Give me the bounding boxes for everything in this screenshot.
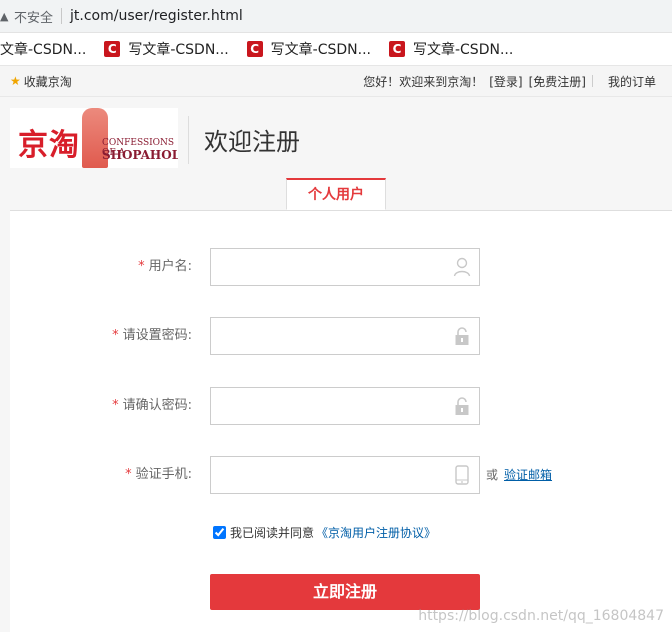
bookmark-item[interactable]: C 写文章-CSDN... (246, 39, 371, 59)
agreement-text: 我已阅读并同意 (230, 526, 315, 540)
url-text[interactable]: jt.com/user/register.html (70, 8, 243, 24)
bookmarks-bar: 文章-CSDN... C 写文章-CSDN... C 写文章-CSDN... C… (0, 33, 672, 66)
username-input[interactable] (217, 249, 441, 285)
agreement-link[interactable]: 《京淘用户注册协议》 (316, 524, 436, 541)
tab-bar: 个人用户 (10, 178, 672, 211)
topbar-right: 您好！欢迎来到京淘！ [登录] [免费注册] 我的订单 (357, 73, 656, 90)
warning-icon: ▲ (0, 9, 9, 23)
phone-field[interactable] (210, 456, 480, 494)
required-mark: * (125, 467, 132, 482)
topbar-divider (591, 75, 593, 87)
verify-email-link[interactable]: 验证邮箱 (504, 468, 552, 482)
username-label: * 用户名: (138, 259, 192, 274)
tab-personal-user[interactable]: 个人用户 (286, 178, 386, 210)
confirm-password-field[interactable] (210, 387, 480, 425)
security-label: 不安全 (14, 10, 54, 26)
page-title: 欢迎注册 (204, 128, 300, 156)
user-icon (453, 257, 471, 277)
required-mark: * (112, 328, 119, 343)
bookmark-item[interactable]: C 写文章-CSDN... (388, 39, 514, 59)
csdn-icon: C (104, 41, 121, 57)
lock-icon (455, 397, 469, 415)
bookmark-label: 文章-CSDN... (0, 42, 87, 58)
phone-input[interactable] (217, 457, 441, 493)
agreement-checkbox[interactable] (213, 526, 226, 539)
phone-row: * 验证手机: 或验证邮箱 (10, 456, 672, 494)
agreement-row: 我已阅读并同意 《京淘用户注册协议》 (213, 524, 436, 541)
site-topbar: ★ 收藏京淘 您好！欢迎来到京淘！ [登录] [免费注册] 我的订单 (0, 66, 672, 97)
address-bar[interactable]: ▲ 不安全 jt.com/user/register.html (0, 0, 672, 33)
phone-icon (455, 465, 469, 485)
register-form: * 用户名: * 请设置密码: * 请确认密码: * 验证手机: 或 验证邮箱 … (10, 211, 672, 632)
bookmark-label: 写文章-CSDN... (270, 42, 371, 58)
username-field[interactable] (210, 248, 480, 286)
bookmark-item[interactable]: 文章-CSDN... (0, 39, 86, 59)
orders-link[interactable]: 我的订单 (608, 73, 656, 90)
csdn-icon: C (246, 41, 263, 57)
password-field[interactable] (210, 317, 480, 355)
register-button[interactable]: 立即注册 (210, 574, 480, 610)
bookmark-label: 写文章-CSDN... (128, 42, 229, 58)
csdn-icon: C (388, 41, 405, 57)
password-label: * 请设置密码: (112, 328, 192, 343)
site-logo[interactable]: 京淘 CONFESSIONS OF A SHOPAHOLIC (10, 108, 178, 168)
logo-book-line2: SHOPAHOLIC (102, 148, 178, 162)
page-header: 京淘 CONFESSIONS OF A SHOPAHOLIC 欢迎注册 (8, 108, 672, 170)
confirm-password-label: * 请确认密码: (112, 398, 192, 413)
login-link[interactable]: [登录] (489, 73, 522, 90)
bookmark-label: 写文章-CSDN... (412, 42, 514, 58)
lock-icon (455, 327, 469, 345)
confirm-password-input[interactable] (217, 388, 441, 424)
required-mark: * (112, 398, 119, 413)
phone-label: * 验证手机: (125, 467, 192, 482)
confirm-password-row: * 请确认密码: (10, 387, 672, 425)
favorite-link[interactable]: ★ 收藏京淘 (10, 73, 72, 90)
password-input[interactable] (217, 318, 441, 354)
register-link[interactable]: [免费注册] (529, 73, 586, 90)
header-divider (188, 116, 189, 164)
star-icon: ★ (10, 74, 21, 88)
favorite-label: 收藏京淘 (23, 74, 72, 89)
or-text: 或 (486, 468, 499, 482)
watermark: https://blog.csdn.net/qq_16804847 (418, 608, 664, 624)
logo-text: 京淘 (18, 128, 80, 163)
password-row: * 请设置密码: (10, 317, 672, 355)
email-verify-option: 或验证邮箱 (486, 456, 552, 494)
welcome-text: 您好！欢迎来到京淘！ (363, 74, 484, 89)
username-row: * 用户名: (10, 248, 672, 286)
required-mark: * (138, 259, 145, 274)
address-divider (61, 8, 63, 24)
bookmark-item[interactable]: C 写文章-CSDN... (104, 39, 229, 59)
